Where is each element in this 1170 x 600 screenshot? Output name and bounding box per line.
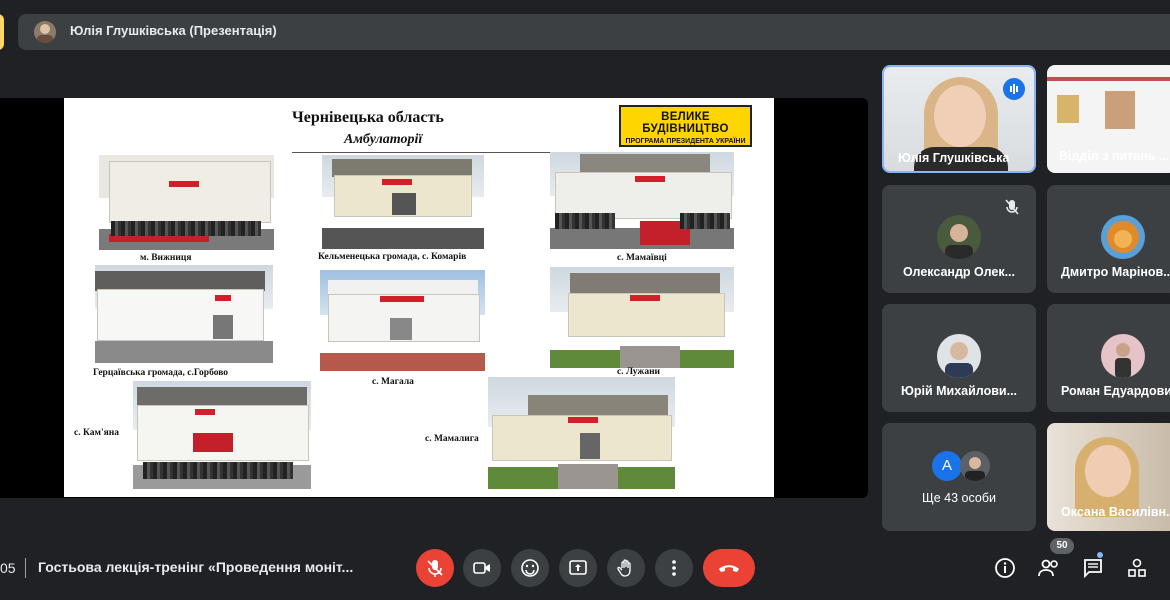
leave-call-button[interactable]	[703, 549, 755, 587]
meeting-time: 05	[0, 560, 16, 576]
photo-mamalyha	[488, 377, 675, 489]
photo-horbovo	[95, 265, 273, 363]
participant-tile-speaker[interactable]: Юлія Глушківська	[882, 65, 1036, 173]
slide-divider	[292, 152, 550, 153]
chat-icon	[1084, 559, 1102, 579]
speaking-indicator-icon	[1003, 78, 1025, 100]
participant-name: Юрій Михайлови...	[900, 384, 1018, 398]
mic-toggle-button[interactable]	[416, 549, 454, 587]
more-options-button[interactable]	[655, 549, 693, 587]
participant-tile[interactable]: Олександр Олек...	[882, 185, 1036, 293]
mic-off-icon	[1000, 195, 1024, 219]
participant-tile[interactable]: Дмитро Марінов...	[1047, 185, 1170, 293]
end-call-icon	[719, 565, 739, 572]
participant-name: Юлія Глушківська	[898, 151, 1010, 165]
participant-name: Оксана Василівн...	[1061, 505, 1170, 519]
present-screen-button[interactable]	[559, 549, 597, 587]
participant-tile[interactable]: Юрій Михайлови...	[882, 304, 1036, 412]
people-button[interactable]	[1036, 555, 1062, 581]
photo-caption: с. Мамаївці	[617, 253, 667, 263]
photo-caption: Кельменецька громада, с. Комарів	[318, 252, 467, 262]
great-construction-logo: ВЕЛИКЕ БУДІВНИЦТВО ПРОГРАМА ПРЕЗИДЕНТА У…	[619, 105, 752, 147]
more-participants-tile[interactable]: A Ще 43 особи	[882, 423, 1036, 531]
photo-caption: Герцаївська громада, с.Горбово	[93, 368, 229, 378]
people-count-badge: 50	[1050, 538, 1074, 554]
participant-avatar	[1101, 334, 1145, 378]
hand-icon	[617, 559, 631, 577]
photo-caption: с. Мамалига	[425, 434, 479, 444]
chat-notification-dot	[1097, 552, 1103, 558]
more-participants-label: Ще 43 особи	[922, 491, 996, 505]
camera-toggle-button[interactable]	[463, 549, 501, 587]
participant-name: Дмитро Марінов...	[1061, 265, 1170, 279]
lion-avatar	[1101, 215, 1145, 259]
raise-hand-button[interactable]	[607, 549, 645, 587]
photo-caption: с. Лужани	[617, 367, 661, 377]
photo-caption: с. Кам'яна	[74, 428, 119, 438]
meeting-name: Гостьова лекція-тренінг «Проведення моні…	[38, 559, 354, 575]
activities-button[interactable]	[1124, 555, 1150, 581]
participant-name: Відділ з питань ...	[1059, 149, 1170, 163]
participant-tile[interactable]: Оксана Василівн...	[1047, 423, 1170, 531]
reactions-button[interactable]	[511, 549, 549, 587]
photo-komariv	[322, 155, 484, 249]
presenting-indicator	[0, 14, 4, 50]
mic-off-icon	[427, 560, 443, 577]
participant-avatar	[937, 334, 981, 378]
photo-kamiana	[133, 381, 311, 489]
meeting-details-button[interactable]	[992, 555, 1018, 581]
participant-avatar: A	[932, 451, 962, 481]
info-icon	[995, 558, 1015, 578]
divider	[25, 558, 26, 578]
more-vert-icon	[672, 560, 676, 576]
participant-avatar	[960, 451, 990, 481]
participant-tile-presentation[interactable]: Відділ з питань ...	[1047, 65, 1170, 173]
shapes-icon	[1128, 558, 1146, 577]
emoji-icon	[521, 559, 539, 577]
presenter-title: Юлія Глушківська (Презентація)	[70, 23, 277, 38]
photo-mahala	[320, 270, 485, 371]
photo-caption: с. Магала	[372, 377, 414, 387]
photo-mamaivtsi	[550, 152, 734, 249]
participant-name: Роман Едуардови...	[1061, 384, 1170, 398]
photo-luzhany	[550, 267, 734, 368]
camera-icon	[473, 562, 490, 574]
chat-button[interactable]	[1080, 555, 1106, 581]
slide-title: Чернівецька область	[292, 109, 444, 126]
present-icon	[569, 560, 587, 575]
photo-vyzhnytsia	[99, 155, 274, 250]
participant-tile[interactable]: Роман Едуардови...	[1047, 304, 1170, 412]
presenter-avatar	[34, 21, 56, 43]
slide-subtitle: Амбулаторії	[344, 132, 423, 147]
participant-name: Олександр Олек...	[903, 265, 1015, 279]
people-icon	[1038, 559, 1058, 577]
logo-subtitle: ПРОГРАМА ПРЕЗИДЕНТА УКРАЇНИ	[625, 138, 746, 145]
logo-title: ВЕЛИКЕ БУДІВНИЦТВО	[642, 111, 729, 135]
participant-avatar	[937, 215, 981, 259]
photo-caption: м. Вижниця	[140, 253, 192, 263]
